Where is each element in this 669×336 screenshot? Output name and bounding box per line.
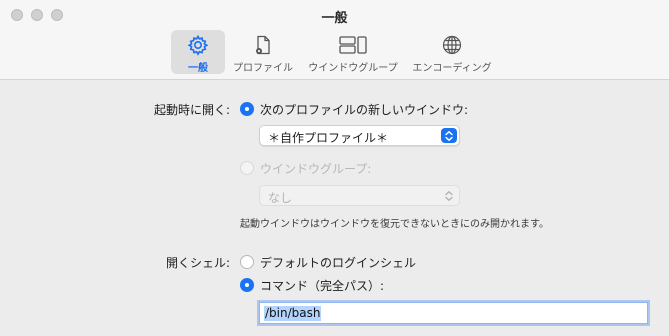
chevron-updown-icon (441, 188, 457, 203)
tab-general[interactable]: 一般 (171, 30, 225, 74)
shell-default-radio[interactable] (240, 255, 254, 269)
tab-encoding-label: エンコーディング (412, 63, 492, 74)
toolbar: 一般 一般 プロファイル ウインドウグループ エンコーディング (0, 0, 669, 80)
profile-popup-value: ＊自作プロファイル＊ (268, 131, 389, 145)
tab-profiles[interactable]: プロファイル (230, 30, 296, 74)
settings-window: 一般 一般 プロファイル ウインドウグループ エンコーディング 起動時に開く: … (0, 0, 669, 336)
startup-label: 起動時に開く: (153, 103, 230, 117)
tab-profiles-label: プロファイル (233, 63, 293, 74)
chevron-updown-icon (441, 128, 457, 143)
tab-encoding[interactable]: エンコーディング (408, 30, 496, 74)
window-group-icon (338, 33, 368, 57)
globe-icon (441, 33, 463, 57)
group-popup-value: なし (268, 191, 293, 205)
general-pane: 起動時に開く: 次のプロファイルの新しいウインドウ: ＊自作プロファイル＊ ウイ… (0, 81, 669, 336)
tab-window-groups[interactable]: ウインドウグループ (304, 30, 402, 74)
startup-profile-option-label: 次のプロファイルの新しいウインドウ: (260, 103, 469, 117)
gear-icon (187, 33, 209, 57)
startup-group-radio[interactable] (240, 161, 254, 175)
window-title: 一般 (321, 11, 348, 26)
profile-doc-icon (252, 33, 274, 57)
shell-label: 開くシェル: (165, 256, 230, 270)
command-path-field[interactable]: /bin/bash (259, 302, 648, 324)
command-path-value: /bin/bash (264, 306, 322, 321)
group-popup[interactable]: なし (259, 185, 460, 206)
tab-window-groups-label: ウインドウグループ (308, 63, 398, 74)
startup-group-option-label: ウインドウグループ: (260, 162, 372, 176)
startup-profile-radio[interactable] (240, 102, 254, 116)
tab-general-label: 一般 (188, 63, 208, 74)
shell-command-option-label: コマンド（完全パス）: (260, 279, 385, 293)
shell-command-radio[interactable] (240, 278, 254, 292)
profile-popup[interactable]: ＊自作プロファイル＊ (259, 125, 460, 146)
startup-note: 起動ウインドウはウインドウを復元できないときにのみ開かれます。 (240, 219, 549, 230)
shell-default-option-label: デフォルトのログインシェル (260, 256, 417, 270)
